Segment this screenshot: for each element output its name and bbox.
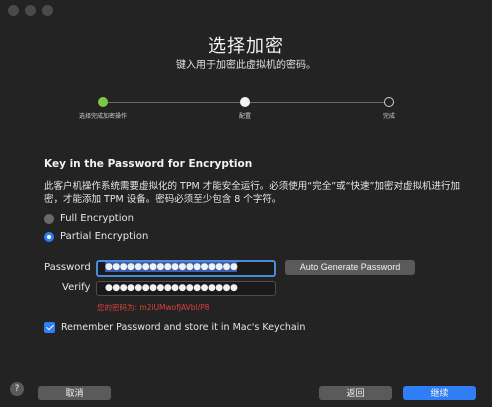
partial-encryption-option[interactable]: Partial Encryption (44, 231, 148, 242)
partial-encryption-label: Partial Encryption (60, 231, 149, 242)
radio-selected-icon[interactable] (44, 231, 54, 242)
step-2-indicator (240, 97, 250, 107)
zoom-window-button[interactable] (42, 5, 53, 16)
remember-password-label: Remember Password and store it in Mac's … (61, 322, 306, 333)
page-subtitle: 键入用于加密此虚拟机的密码。 (176, 60, 316, 71)
password-input[interactable]: ●●●●●●●●●●●●●●●●●● (96, 260, 276, 277)
window-controls (8, 5, 53, 16)
checkbox-checked-icon[interactable] (44, 322, 55, 333)
step-connector (250, 102, 384, 103)
remember-password-option[interactable]: Remember Password and store it in Mac's … (44, 322, 305, 333)
radio-unselected-icon[interactable] (44, 213, 54, 224)
back-button[interactable]: 返回 (319, 386, 392, 400)
cancel-button[interactable]: 取消 (38, 386, 111, 400)
close-window-button[interactable] (8, 5, 19, 16)
step-1-label: 选择完成加密操作 (78, 113, 128, 120)
verify-label: Verify (62, 282, 91, 293)
step-2-label: 配置 (238, 113, 252, 120)
encryption-dialog: 选择加密 键入用于加密此虚拟机的密码。 选择完成加密操作 配置 完成 Key i… (0, 0, 492, 407)
minimize-window-button[interactable] (25, 5, 36, 16)
generated-password-hint: 您的密码为: m2iUMwofJAVbl/P8 (97, 303, 210, 312)
step-3-indicator (384, 97, 394, 107)
auto-generate-password-button[interactable]: Auto Generate Password (285, 260, 415, 275)
full-encryption-option[interactable]: Full Encryption (44, 213, 134, 224)
verify-input[interactable]: ●●●●●●●●●●●●●●●●●● (96, 281, 276, 296)
continue-button[interactable]: 继续 (403, 386, 476, 400)
progress-steps: 选择完成加密操作 配置 完成 (0, 97, 492, 127)
full-encryption-label: Full Encryption (60, 213, 134, 224)
description-text: 此客户机操作系统需要虚拟化的 TPM 才能安全运行。必须使用“完全”或“快速”加… (44, 181, 460, 205)
page-title: 选择加密 (208, 36, 284, 57)
step-connector (108, 102, 240, 103)
verify-value: ●●●●●●●●●●●●●●●●●● (105, 283, 238, 293)
help-button[interactable]: ? (10, 382, 24, 396)
password-label: Password (44, 262, 91, 273)
step-1-indicator (98, 97, 108, 107)
password-value: ●●●●●●●●●●●●●●●●●● (105, 262, 238, 272)
step-3-label: 完成 (382, 113, 396, 120)
section-title: Key in the Password for Encryption (44, 158, 253, 170)
